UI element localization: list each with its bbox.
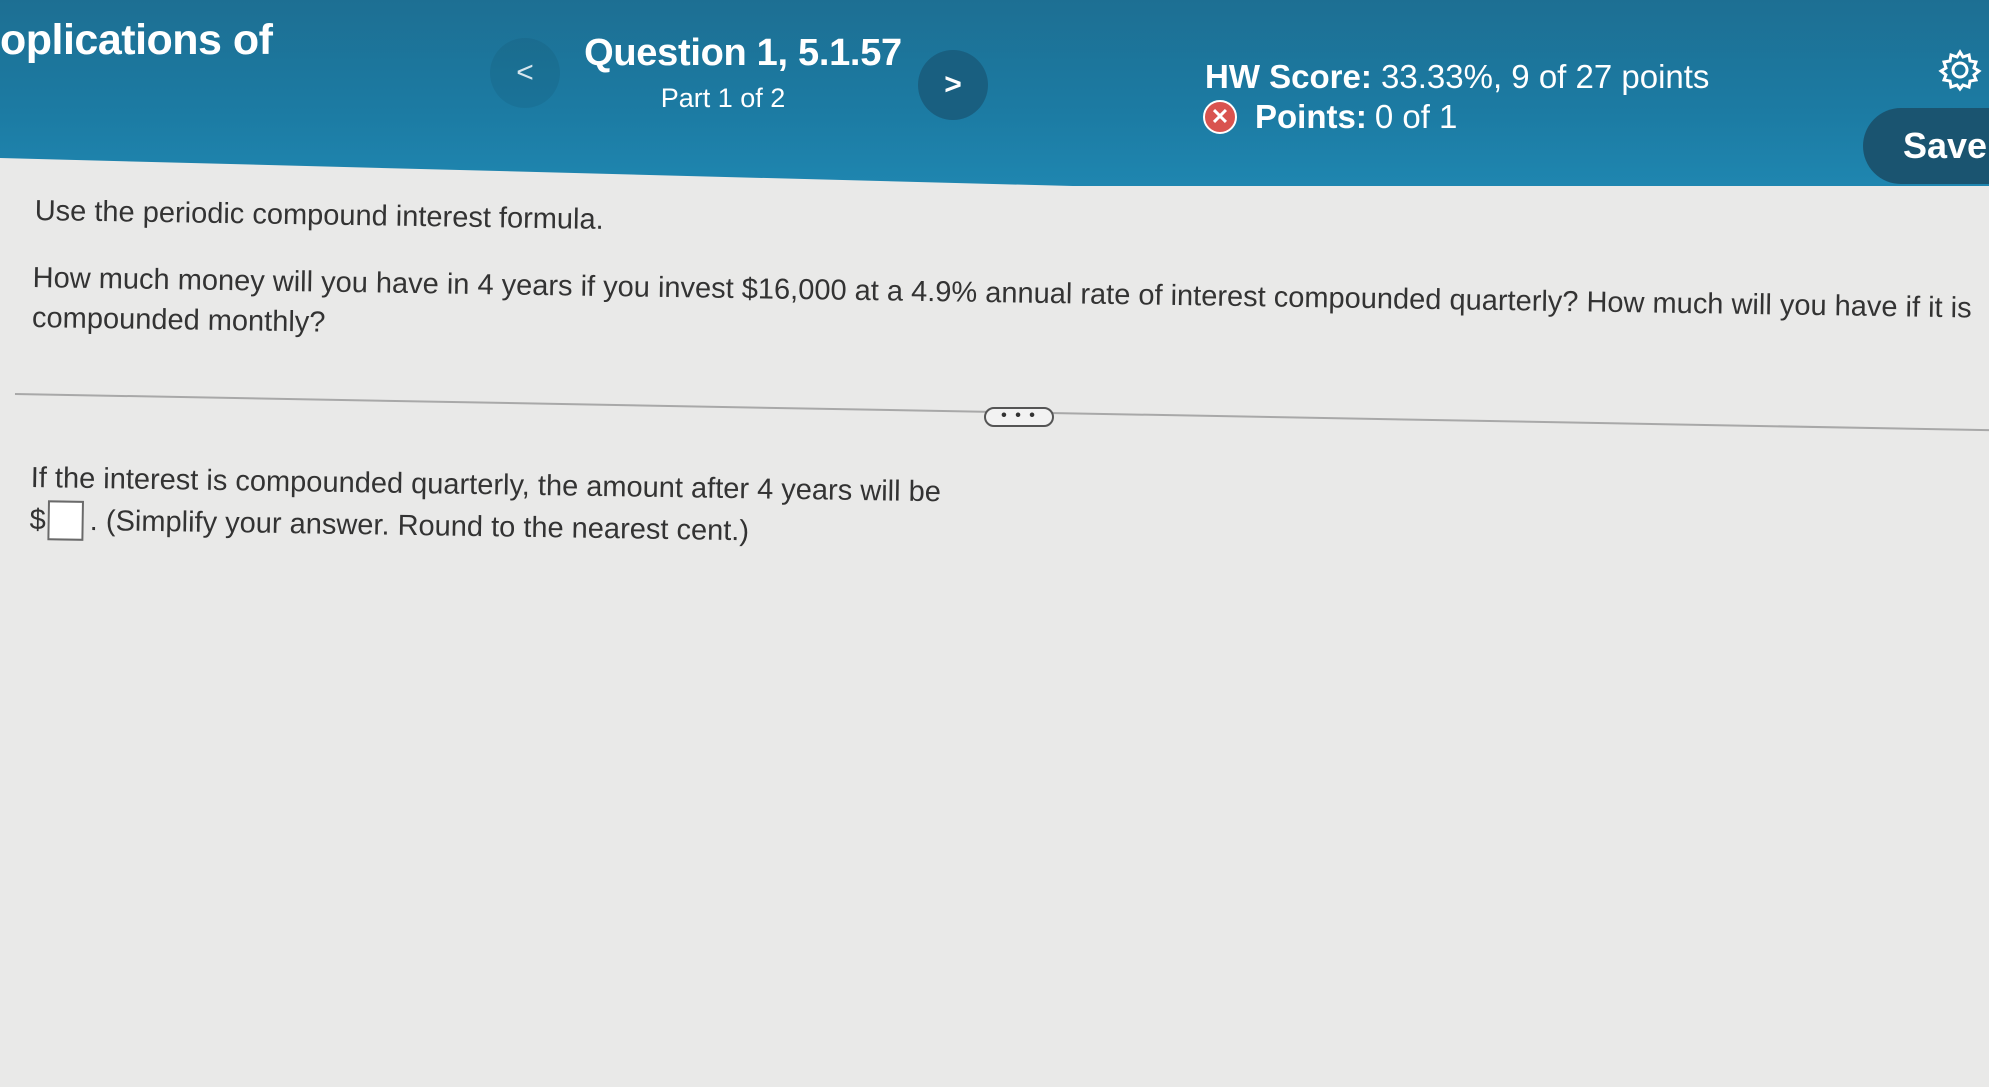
hw-score-label: HW Score: xyxy=(1205,58,1372,95)
hw-score: HW Score: 33.33%, 9 of 27 points xyxy=(1205,58,1709,96)
expand-more-button[interactable]: • • • xyxy=(984,407,1054,427)
question-part: Part 1 of 2 xyxy=(660,83,786,113)
points-label: Points: xyxy=(1255,98,1367,135)
save-button[interactable]: Save xyxy=(1863,108,1989,184)
points-value: 0 of 1 xyxy=(1374,98,1458,135)
answer-hint: . (Simplify your answer. Round to the ne… xyxy=(89,504,750,547)
currency-symbol: $ xyxy=(29,503,47,536)
answer-row: $ . (Simplify your answer. Round to the … xyxy=(29,500,749,551)
points-status: ✕ Points: 0 of 1 xyxy=(1203,98,1457,136)
gear-icon[interactable] xyxy=(1938,48,1982,92)
answer-input[interactable] xyxy=(47,500,85,541)
x-circle-icon: ✕ xyxy=(1203,100,1237,134)
next-question-button[interactable]: > xyxy=(918,50,988,120)
hw-score-value: 33.33%, 9 of 27 points xyxy=(1381,58,1710,95)
course-title: oplications of xyxy=(0,16,273,64)
problem-question: How much money will you have in 4 years … xyxy=(31,261,1972,339)
problem-instruction: Use the periodic compound interest formu… xyxy=(34,195,604,236)
question-info: Question 1, 5.1.57 Part 1 of 2 xyxy=(583,32,903,114)
question-title: Question 1, 5.1.57 xyxy=(584,32,902,74)
